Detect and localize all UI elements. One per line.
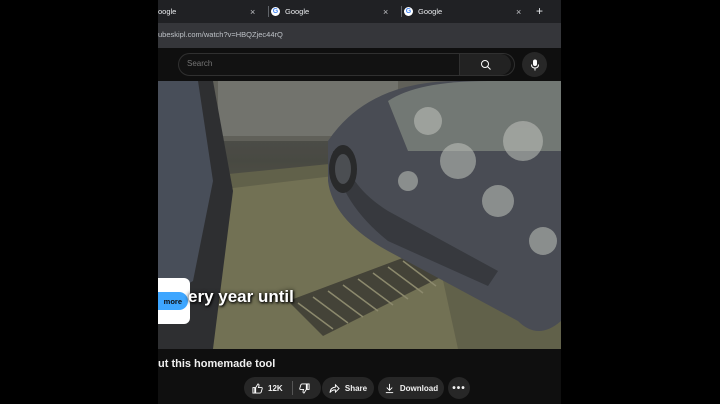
url-text[interactable]: ubeskipl.com/watch?v=HBQZjec44rQ — [158, 30, 283, 39]
thumbs-down-icon — [299, 382, 310, 394]
like-button[interactable]: 12K — [244, 377, 292, 399]
search-input[interactable] — [187, 59, 457, 68]
youtube-header — [158, 48, 561, 81]
thumbs-up-icon — [252, 382, 263, 394]
download-label: Download — [399, 383, 439, 393]
close-icon[interactable]: × — [250, 7, 255, 17]
share-button[interactable]: Share — [322, 377, 374, 399]
like-count: 12K — [268, 383, 283, 393]
tab-strip: oogle × G Google × G Google × + — [158, 0, 561, 23]
search-button[interactable] — [459, 54, 511, 75]
video-title: ut this homemade tool — [158, 358, 276, 370]
video-info: ut this homemade tool 12K Share Download… — [158, 349, 561, 404]
more-actions-button[interactable]: ••• — [448, 377, 470, 399]
tab-title: Google — [285, 7, 310, 16]
browser-window: oogle × G Google × G Google × + ubeskipl… — [158, 0, 561, 404]
more-button[interactable]: more — [158, 292, 188, 310]
tab-title: oogle — [158, 7, 177, 16]
tab-google-2[interactable]: G Google × — [271, 0, 399, 23]
google-icon: G — [271, 7, 280, 16]
search-icon — [480, 59, 491, 70]
address-bar[interactable]: ubeskipl.com/watch?v=HBQZjec44rQ — [158, 23, 561, 48]
microphone-icon — [530, 59, 539, 70]
right-black-bar — [561, 0, 720, 404]
tab-google-3[interactable]: G Google × — [404, 0, 532, 23]
download-icon — [385, 383, 394, 393]
dislike-button[interactable] — [293, 377, 321, 399]
tab-separator — [268, 6, 269, 17]
download-button[interactable]: Download — [378, 377, 444, 399]
close-icon[interactable]: × — [383, 7, 388, 17]
left-black-bar — [0, 0, 158, 404]
close-icon[interactable]: × — [516, 7, 521, 17]
video-frame — [158, 81, 561, 349]
like-dislike-group: 12K — [244, 377, 321, 399]
tab-separator — [401, 6, 402, 17]
search-box[interactable] — [178, 53, 515, 76]
voice-search-button[interactable] — [522, 52, 547, 77]
video-caption: ery year until — [188, 287, 294, 306]
new-tab-button[interactable]: + — [536, 4, 543, 18]
share-label: Share — [344, 383, 368, 393]
google-icon: G — [404, 7, 413, 16]
tab-google-1[interactable]: oogle × — [158, 0, 266, 23]
share-icon — [329, 383, 340, 393]
video-player[interactable]: more ery year until — [158, 81, 561, 349]
tab-title: Google — [418, 7, 443, 16]
